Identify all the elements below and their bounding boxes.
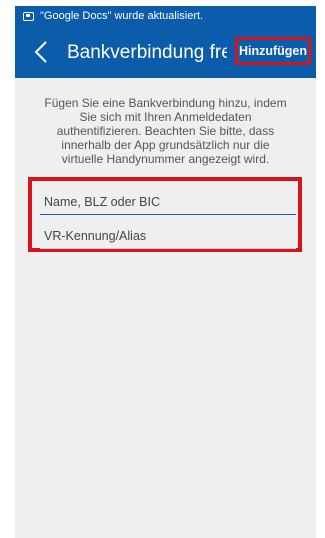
page-title: Bankverbindung frei... xyxy=(67,42,227,63)
notification-icon xyxy=(23,11,34,21)
chevron-left-icon xyxy=(34,41,47,63)
bank-search-field[interactable]: Name, BLZ oder BIC xyxy=(40,192,296,215)
app-screen: "Google Docs" wurde aktualisiert. Bankve… xyxy=(15,6,316,538)
app-bar: Bankverbindung frei... Hinzufügen xyxy=(15,26,316,78)
back-button[interactable] xyxy=(25,36,57,68)
status-notification-text: "Google Docs" wurde aktualisiert. xyxy=(40,10,204,22)
bank-search-placeholder: Name, BLZ oder BIC xyxy=(44,195,161,209)
vr-alias-field[interactable]: VR-Kennung/Alias xyxy=(40,226,296,249)
description-text: Fügen Sie eine Bankverbindung hinzu, ind… xyxy=(44,96,287,166)
bank-connection-form: Name, BLZ oder BIC VR-Kennung/Alias xyxy=(28,177,302,252)
add-button[interactable]: Hinzufügen xyxy=(235,37,311,65)
vr-alias-placeholder: VR-Kennung/Alias xyxy=(44,229,147,243)
status-bar: "Google Docs" wurde aktualisiert. xyxy=(15,6,316,26)
